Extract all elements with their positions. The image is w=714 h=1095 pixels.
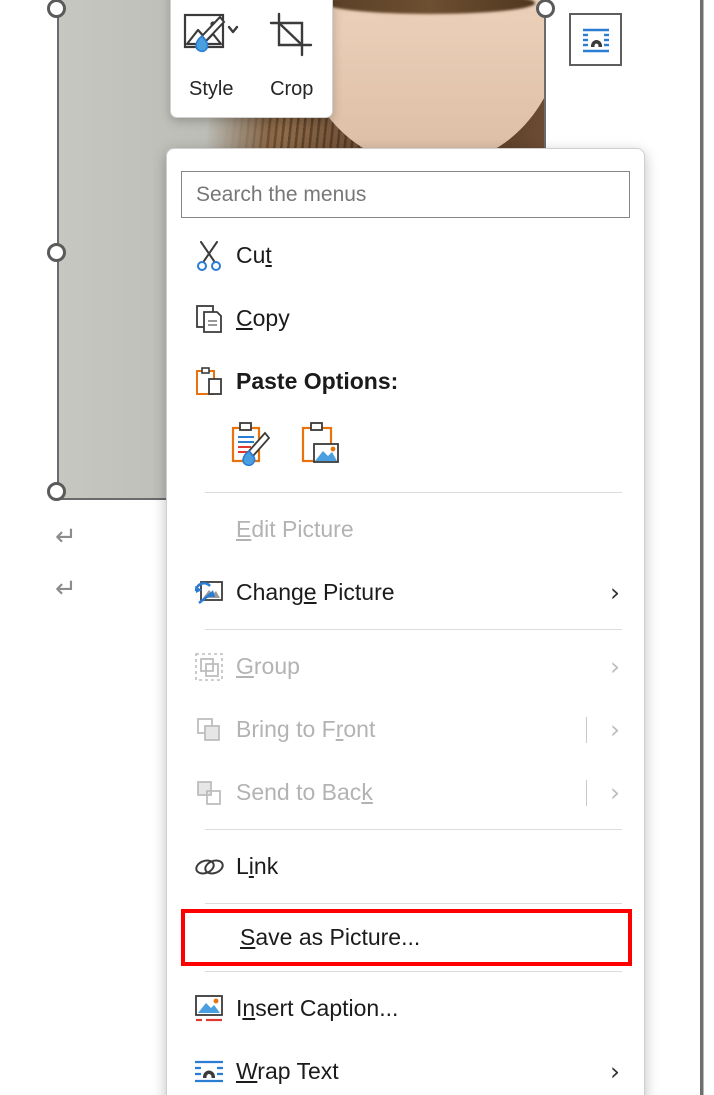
menu-item-send-to-back: Send to Back › <box>167 761 644 824</box>
menu-separator-5 <box>205 971 622 972</box>
paste-keep-source-formatting-button[interactable] <box>229 420 275 473</box>
menu-item-copy[interactable]: Copy <box>167 287 644 350</box>
mini-toolbar-crop-label: Crop <box>270 78 314 100</box>
link-icon <box>182 853 236 881</box>
menu-item-edit-picture: Edit Picture <box>167 498 644 561</box>
menu-item-save-as-picture-label: Save as Picture... <box>240 924 421 950</box>
wrap-text-icon <box>182 1058 236 1086</box>
mini-toolbar-crop-button[interactable]: Crop <box>252 0 333 117</box>
paste-picture-button[interactable] <box>297 420 343 473</box>
menu-item-link-label: Link <box>236 853 279 879</box>
menu-item-bring-to-front-label: Bring to Front <box>236 716 376 742</box>
bring-to-front-icon <box>182 715 236 745</box>
menu-item-cut[interactable]: Cut <box>167 224 644 287</box>
insert-caption-icon <box>182 994 236 1024</box>
chevron-right-icon: › <box>610 578 620 607</box>
selection-handle-bottom-left[interactable] <box>47 482 66 501</box>
menu-separator-3 <box>205 829 622 830</box>
picture-style-icon <box>180 8 242 64</box>
menu-item-insert-caption-label: Insert Caption... <box>236 995 399 1021</box>
paste-options-row <box>167 413 644 487</box>
send-to-back-icon <box>182 778 236 808</box>
menu-item-cut-label: Cut <box>236 242 272 268</box>
crop-icon <box>266 8 318 64</box>
context-menu: Search the menus Cut Copy Paste Options:… <box>166 148 645 1095</box>
selection-handle-middle-left[interactable] <box>47 243 66 262</box>
menu-item-group: Group › <box>167 635 644 698</box>
menu-separator-2 <box>205 629 622 630</box>
menu-item-edit-picture-label: Edit Picture <box>236 516 354 542</box>
menu-item-wrap-text[interactable]: Wrap Text › <box>167 1040 644 1095</box>
chevron-right-icon: › <box>610 652 620 681</box>
menu-item-group-label: Group <box>236 653 300 679</box>
search-menus-input[interactable]: Search the menus <box>181 171 630 218</box>
paragraph-mark-1: ↵ <box>55 522 77 552</box>
search-menus-placeholder: Search the menus <box>196 182 367 206</box>
copy-icon <box>182 303 236 335</box>
layout-options-button[interactable] <box>569 13 622 66</box>
menu-item-link[interactable]: Link <box>167 835 644 898</box>
change-picture-icon <box>182 577 236 609</box>
clipboard-icon <box>182 366 236 398</box>
menu-item-copy-label: Copy <box>236 305 290 331</box>
menu-item-change-picture-label: Change Picture <box>236 579 395 605</box>
scissors-icon <box>182 240 236 272</box>
wrap-text-square-icon <box>579 23 612 56</box>
chevron-right-icon: › <box>610 778 620 807</box>
menu-item-send-to-back-label: Send to Back <box>236 779 373 805</box>
chevron-right-icon: › <box>610 715 620 744</box>
group-icon <box>182 652 236 682</box>
menu-item-paste-options: Paste Options: <box>167 350 644 413</box>
menu-item-divider <box>586 779 587 806</box>
mini-toolbar-style-label: Style <box>189 78 234 100</box>
paragraph-mark-2: ↵ <box>55 574 77 604</box>
menu-item-paste-options-label: Paste Options: <box>236 368 399 394</box>
screen-root: ↵ ↵ Style Crop Search the menus Cut Copy… <box>0 0 714 1095</box>
menu-item-change-picture[interactable]: Change Picture › <box>167 561 644 624</box>
menu-item-wrap-text-label: Wrap Text <box>236 1058 339 1084</box>
menu-item-save-as-picture[interactable]: Save as Picture... <box>181 909 632 966</box>
menu-separator-4 <box>205 903 622 904</box>
chevron-right-icon: › <box>610 1057 620 1086</box>
menu-separator-1 <box>205 492 622 493</box>
menu-item-divider <box>586 716 587 743</box>
mini-toolbar-style-button[interactable]: Style <box>171 0 252 117</box>
page-right-edge <box>700 0 714 1095</box>
menu-item-bring-to-front: Bring to Front › <box>167 698 644 761</box>
mini-toolbar: Style Crop <box>170 0 333 118</box>
menu-item-insert-caption[interactable]: Insert Caption... <box>167 977 644 1040</box>
